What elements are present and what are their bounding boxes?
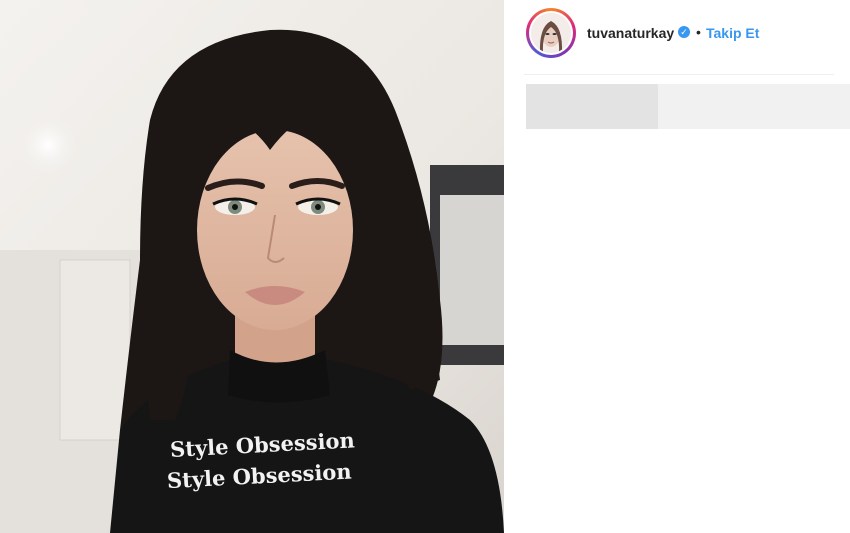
loading-placeholder-light xyxy=(658,84,850,129)
story-ring[interactable] xyxy=(526,8,576,58)
photo-illustration: Style Obsession Style Obsession xyxy=(0,0,504,533)
header-divider xyxy=(524,74,834,75)
post-header: tuvanaturkay ✓ • Takip Et xyxy=(504,0,850,74)
username-link[interactable]: tuvanaturkay xyxy=(587,25,674,41)
verified-badge-icon: ✓ xyxy=(678,26,690,38)
post-photo[interactable]: Style Obsession Style Obsession xyxy=(0,0,504,533)
post-sidebar: tuvanaturkay ✓ • Takip Et xyxy=(504,0,850,533)
separator-dot: • xyxy=(696,24,701,40)
loading-placeholder xyxy=(526,84,658,129)
avatar-face-icon xyxy=(531,13,571,53)
follow-button[interactable]: Takip Et xyxy=(706,25,759,41)
avatar xyxy=(531,13,571,53)
